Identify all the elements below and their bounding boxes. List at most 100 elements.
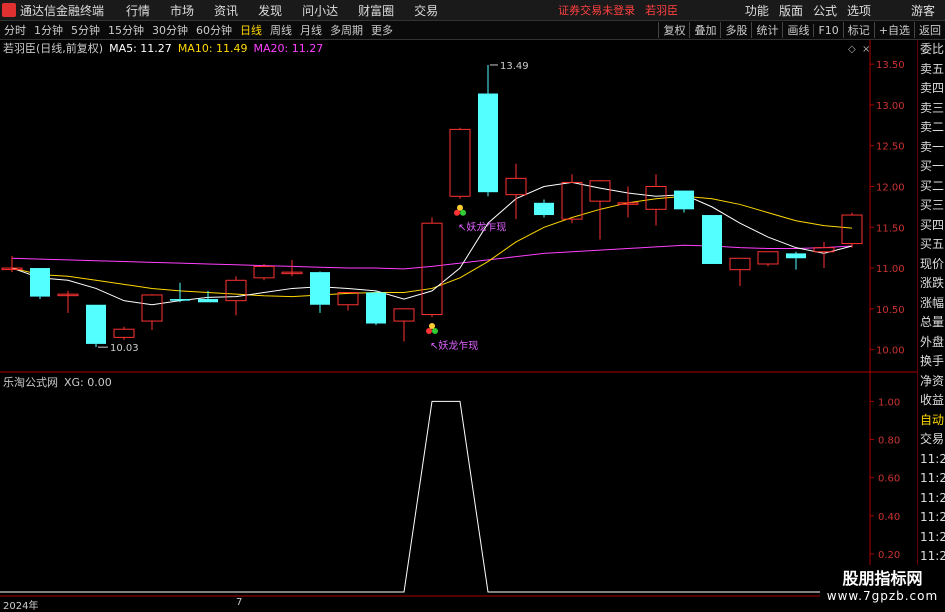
btn-multi-stock[interactable]: 多股 (720, 22, 751, 38)
candle (30, 268, 50, 300)
trade-login-warning[interactable]: 证券交易未登录 (558, 2, 635, 18)
period-60min[interactable]: 60分钟 (192, 22, 236, 38)
panel-time: 11:29 (920, 529, 945, 544)
guest-label[interactable]: 游客 (911, 2, 935, 19)
signal-dot-icon (426, 327, 432, 334)
candle (729, 257, 751, 286)
signal-dot-icon (432, 327, 438, 334)
menu-layout[interactable]: 版面 (779, 2, 803, 19)
candle-body-down (478, 93, 498, 193)
btn-draw[interactable]: 画线 (782, 22, 813, 38)
sub-indicator-bar: 乐淘公式网 XG: 0.00 (0, 374, 112, 390)
candle (534, 199, 554, 218)
btn-overlay[interactable]: 叠加 (689, 22, 720, 38)
btn-stats[interactable]: 统计 (751, 22, 782, 38)
candle-body-up (841, 214, 863, 245)
candle (310, 271, 330, 313)
menu-news[interactable]: 资讯 (214, 2, 238, 19)
chart-canvas[interactable]: 13.49 10.03 ↖妖龙乍现 ↖妖龙乍现 13.50 13.00 12.50 12.0… (0, 0, 945, 609)
panel-item: 换手 (920, 354, 945, 368)
menu-wealth[interactable]: 财富圈 (358, 2, 394, 19)
panel-item: 净资 (920, 373, 945, 388)
menu-discover[interactable]: 发现 (258, 2, 282, 19)
stock-name-label[interactable]: 若羽臣(日线,前复权) (3, 40, 103, 56)
menu-quotes[interactable]: 行情 (126, 2, 150, 19)
candle-body-up (141, 294, 163, 322)
signal-dot-icon (457, 204, 463, 211)
candle (170, 282, 190, 303)
low-label: 10.03 (110, 343, 139, 354)
menu-trade[interactable]: 交易 (414, 2, 438, 19)
xg-value: XG: 0.00 (64, 375, 112, 389)
btn-add-watchlist[interactable]: +自选 (873, 22, 914, 38)
panel-item: 总量 (920, 315, 945, 329)
period-more[interactable]: 更多 (367, 22, 397, 38)
panel-time: 11:29 (920, 510, 945, 524)
period-30min[interactable]: 30分钟 (148, 22, 192, 38)
signal-dot-icon (460, 209, 466, 216)
panel-item: 卖四 (920, 81, 945, 95)
panel-item: 涨跌 (920, 276, 945, 290)
period-multi[interactable]: 多周期 (326, 22, 367, 38)
sub-indicator-name[interactable]: 乐淘公式网 (3, 374, 58, 390)
app-logo-icon (2, 3, 16, 17)
period-1min[interactable]: 1分钟 (30, 22, 67, 38)
panel-auto[interactable]: 自动 (918, 411, 945, 431)
candle (113, 326, 135, 340)
price-tick-label: 10.50 (876, 305, 905, 316)
price-tick-label: 12.00 (876, 182, 905, 193)
period-15min[interactable]: 15分钟 (104, 22, 148, 38)
close-x-icon: × (862, 44, 870, 55)
period-5min[interactable]: 5分钟 (67, 22, 104, 38)
candle (281, 259, 303, 277)
price-tick-label: 11.50 (876, 223, 905, 234)
candle-body-down (30, 268, 50, 297)
period-day[interactable]: 日线 (236, 22, 266, 38)
period-week[interactable]: 周线 (266, 22, 296, 38)
time-axis-month: 7 (236, 597, 243, 608)
period-tick[interactable]: 分时 (0, 22, 30, 38)
menu-formula[interactable]: 公式 (813, 2, 837, 19)
btn-mark[interactable]: 标记 (842, 22, 874, 38)
sub-tick-label: 0.80 (878, 436, 900, 447)
sub-tick-label: 0.20 (878, 550, 900, 561)
watermark-title: 股朋指标网 (842, 569, 923, 588)
candle (505, 163, 527, 220)
candle (393, 308, 415, 342)
panel-time: 11:29 (920, 490, 945, 505)
candle-body-up (729, 257, 751, 271)
menu-options[interactable]: 选项 (847, 2, 871, 19)
period-month[interactable]: 月线 (296, 22, 326, 38)
btn-restore-rights[interactable]: 复权 (658, 22, 689, 38)
candle-body-down (786, 253, 806, 259)
menu-bar: 通达信金融终端 行情 市场 资讯 发现 问小达 财富圈 交易 证券交易未登录 若… (0, 0, 945, 21)
sub-tick-label: 0.40 (878, 512, 900, 523)
btn-f10[interactable]: F10 (813, 23, 842, 37)
panel-item: 卖三 (920, 100, 945, 115)
main-indicator-bar: 若羽臣(日线,前复权) MA5: 11.27 MA10: 11.49 MA20:… (0, 40, 323, 56)
quote-side-panel: 委比 卖五 卖四 卖三 卖二 卖一 买一 买二 买三 买四 买五 现价 涨跌 涨… (917, 40, 945, 580)
signal-dot-icon (454, 209, 460, 216)
sub-tick-label: 0.60 (878, 474, 900, 485)
candle-body-up (337, 292, 359, 306)
panel-trade[interactable]: 交易 (918, 430, 945, 450)
candle-body-up (393, 308, 415, 322)
menu-market[interactable]: 市场 (170, 2, 194, 19)
ma20-line (11, 244, 853, 270)
xg-line (0, 400, 870, 593)
panel-time: 11:29 (920, 471, 945, 485)
candle-body-up (225, 279, 247, 302)
candle-body-down (86, 304, 106, 344)
settings-diamond-icon: ◇ (848, 44, 856, 55)
btn-back[interactable]: 返回 (914, 22, 945, 38)
watermark-url: www.7gpzb.com (826, 589, 939, 603)
menu-function[interactable]: 功能 (745, 2, 769, 19)
price-tick-label: 13.50 (876, 60, 905, 71)
candle (478, 64, 498, 197)
panel-item: 买三 (920, 198, 945, 212)
candle-body-up (113, 328, 135, 338)
high-label: 13.49 (500, 61, 529, 72)
candle (366, 290, 386, 326)
candle (141, 294, 163, 331)
menu-ask[interactable]: 问小达 (302, 2, 338, 19)
